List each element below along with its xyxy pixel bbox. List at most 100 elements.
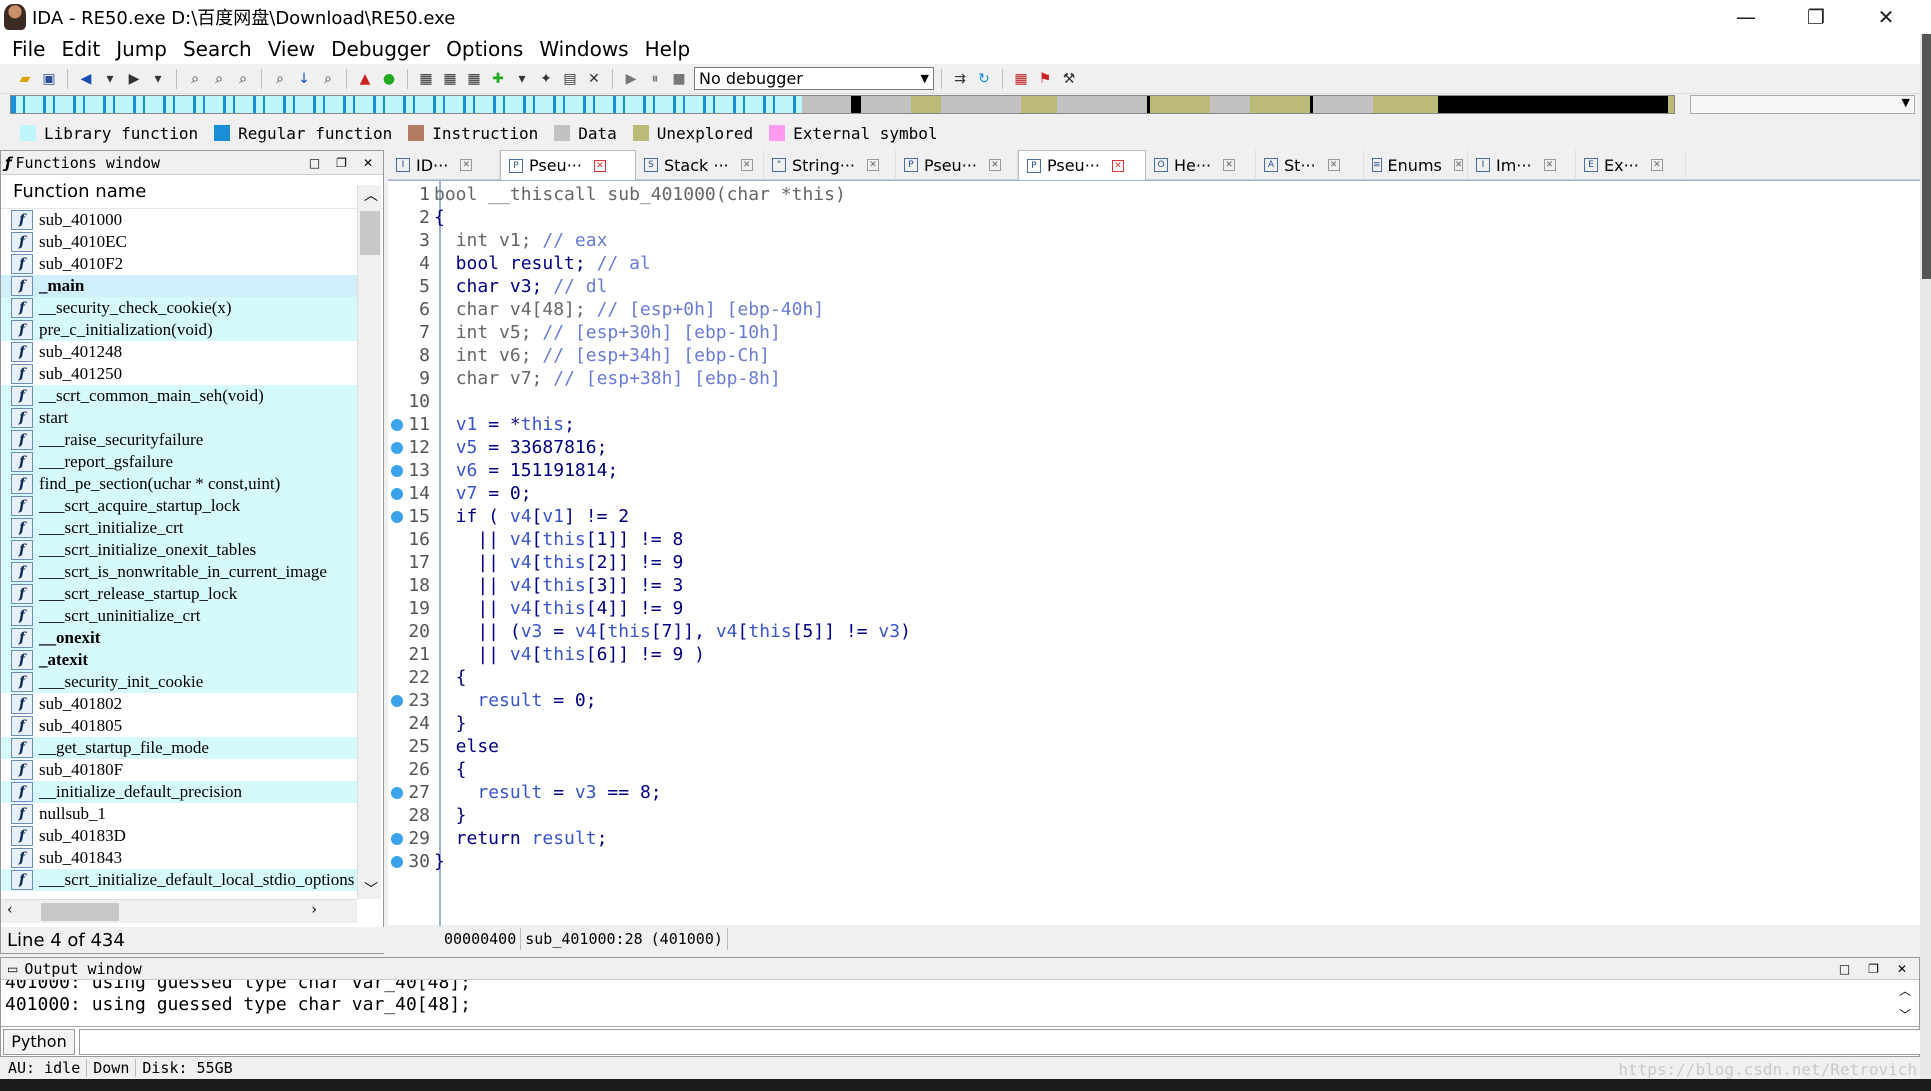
flow-icon[interactable]: ▤ <box>559 68 581 90</box>
breakpoint-icon[interactable]: ⚑ <box>1034 68 1056 90</box>
menu-help[interactable]: Help <box>637 37 699 61</box>
function-list-item[interactable]: f ___raise_securityfailure <box>1 429 357 451</box>
dropdown-arrow-icon[interactable]: ▾ <box>147 68 169 90</box>
function-list-item[interactable]: f ___scrt_initialize_default_local_stdio_… <box>1 869 357 891</box>
close-tab-icon[interactable]: ✕ <box>460 159 473 171</box>
function-list-item[interactable]: f _atexit <box>1 649 357 671</box>
function-list-item[interactable]: f ___scrt_release_startup_lock <box>1 583 357 605</box>
search-binary-icon[interactable]: ⌕ <box>232 68 254 90</box>
function-list-item[interactable]: f sub_40180F <box>1 759 357 781</box>
function-list-item[interactable]: f __initialize_default_precision <box>1 781 357 803</box>
scrollbar-thumb[interactable] <box>41 903 119 921</box>
function-list-item[interactable]: f sub_4010F2 <box>1 253 357 275</box>
maximize-pane-icon[interactable]: □ <box>1839 962 1850 976</box>
save-icon[interactable]: ▣ <box>38 68 60 90</box>
debugger-select[interactable]: No debugger ▼ <box>694 67 934 90</box>
function-list-item[interactable]: f sub_401805 <box>1 715 357 737</box>
view-tab[interactable]: O He··· ✕ <box>1146 150 1256 180</box>
function-list-item[interactable]: f _main <box>1 275 357 297</box>
menu-file[interactable]: File <box>4 37 53 61</box>
function-list-item[interactable]: f __security_check_cookie(x) <box>1 297 357 319</box>
pin-icon[interactable]: ✦ <box>535 68 557 90</box>
close-tab-icon[interactable]: ✕ <box>1543 159 1556 171</box>
view-tab[interactable]: P Pseu··· ✕ <box>896 150 1018 180</box>
scroll-up-icon[interactable]: ︿ <box>1899 980 1911 1002</box>
menu-options[interactable]: Options <box>438 37 531 61</box>
close-tab-icon[interactable]: ✕ <box>1111 159 1124 172</box>
back-arrow-icon[interactable]: ◀ <box>75 68 97 90</box>
graph-icon[interactable]: ▦ <box>415 68 437 90</box>
refresh-icon[interactable]: ↻ <box>973 68 995 90</box>
function-list-item[interactable]: f ___security_init_cookie <box>1 671 357 693</box>
function-list-item[interactable]: f find_pe_section(uchar * const,uint) <box>1 473 357 495</box>
function-list-item[interactable]: f nullsub_1 <box>1 803 357 825</box>
maximize-pane-icon[interactable]: □ <box>309 156 320 170</box>
close-tab-icon[interactable]: ✕ <box>740 159 753 171</box>
function-list-item[interactable]: f __onexit <box>1 627 357 649</box>
menu-debugger[interactable]: Debugger <box>323 37 438 61</box>
function-list-item[interactable]: f ___report_gsfailure <box>1 451 357 473</box>
search-next-icon[interactable]: ⌕ <box>269 68 291 90</box>
close-tab-icon[interactable]: ✕ <box>988 159 1001 171</box>
scroll-down-icon[interactable]: ﹀ <box>1899 1004 1911 1026</box>
scroll-down-icon[interactable]: ﹀ <box>364 879 378 899</box>
green-circle-icon[interactable]: ● <box>378 68 400 90</box>
scroll-right-icon[interactable]: › <box>311 902 317 918</box>
close-tab-icon[interactable]: ✕ <box>867 159 880 171</box>
close-tab-icon[interactable]: ✕ <box>1223 159 1236 171</box>
function-list-item[interactable]: f start <box>1 407 357 429</box>
horizontal-scrollbar[interactable]: ‹ › <box>1 899 357 923</box>
function-list-item[interactable]: f sub_401250 <box>1 363 357 385</box>
close-pane-icon[interactable]: ✕ <box>1897 962 1907 976</box>
function-name-column-header[interactable]: Function name <box>1 175 383 209</box>
binoculars-icon[interactable]: ⌕ <box>184 68 206 90</box>
function-list-item[interactable]: f sub_401802 <box>1 693 357 715</box>
function-list-item[interactable]: f sub_401000 <box>1 209 357 231</box>
run-icon[interactable]: ▶ <box>620 68 642 90</box>
navigation-band[interactable] <box>10 95 1675 114</box>
function-list-item[interactable]: f __get_startup_file_mode <box>1 737 357 759</box>
view-tab[interactable]: A St··· ✕ <box>1256 150 1364 180</box>
function-list-item[interactable]: f ___scrt_initialize_onexit_tables <box>1 539 357 561</box>
close-tab-icon[interactable]: ✕ <box>593 159 606 172</box>
debug-step-icon[interactable]: ⇉ <box>949 68 971 90</box>
graph-icon[interactable]: ▦ <box>463 68 485 90</box>
add-icon[interactable]: ✚ <box>487 68 509 90</box>
dropdown-arrow-icon[interactable]: ▾ <box>511 68 533 90</box>
view-tab[interactable]: P Pseu··· ✕ <box>500 150 636 180</box>
search-text-icon[interactable]: ⌕ <box>208 68 230 90</box>
graph-icon[interactable]: ▦ <box>439 68 461 90</box>
close-window-button[interactable]: ✕ <box>1851 0 1921 34</box>
view-tab[interactable]: E Ex··· ✕ <box>1576 150 1686 180</box>
pseudocode-text[interactable]: 1 bool __thiscall sub_401000(char *this) … <box>388 183 1923 873</box>
pause-icon[interactable]: ⏸ <box>644 68 666 90</box>
restore-button[interactable]: ❐ <box>1781 0 1851 34</box>
function-list-item[interactable]: f __scrt_common_main_seh(void) <box>1 385 357 407</box>
page-scrollbar[interactable] <box>1920 34 1931 1079</box>
function-list-item[interactable]: f ___scrt_is_nonwritable_in_current_image <box>1 561 357 583</box>
function-list-item[interactable]: f sub_40183D <box>1 825 357 847</box>
menu-search[interactable]: Search <box>175 37 260 61</box>
scrollbar-thumb[interactable] <box>1922 34 1931 279</box>
navband-dropdown[interactable]: ▼ <box>1690 95 1915 114</box>
function-list[interactable]: f sub_401000 f sub_4010EC f sub_4010F2 f _main f… <box>1 209 357 899</box>
pseudocode-view[interactable]: 1 bool __thiscall sub_401000(char *this) … <box>388 180 1923 926</box>
search-sequence-icon[interactable]: ⌕ <box>317 68 339 90</box>
float-pane-icon[interactable]: ❐ <box>336 156 347 170</box>
view-tab[interactable]: " String··· ✕ <box>764 150 896 180</box>
menu-view[interactable]: View <box>260 37 323 61</box>
function-list-item[interactable]: f ___scrt_initialize_crt <box>1 517 357 539</box>
scroll-left-icon[interactable]: ‹ <box>7 902 13 918</box>
view-tab[interactable]: P Pseu··· ✕ <box>1018 150 1146 180</box>
function-list-item[interactable]: f ___scrt_acquire_startup_lock <box>1 495 357 517</box>
close-tab-icon[interactable]: ✕ <box>1327 159 1340 171</box>
menu-edit[interactable]: Edit <box>53 37 108 61</box>
menu-jump[interactable]: Jump <box>108 37 175 61</box>
view-tab[interactable]: ≡ Enums ✕ <box>1364 150 1468 180</box>
close-tab-icon[interactable]: ✕ <box>1453 159 1464 171</box>
jump-down-icon[interactable]: ↓ <box>293 68 315 90</box>
close-pane-icon[interactable]: ✕ <box>363 156 373 170</box>
output-log[interactable]: 401000: using guessed type char var_40[4… <box>1 980 1919 1026</box>
python-language-button[interactable]: Python <box>3 1028 75 1055</box>
menu-windows[interactable]: Windows <box>531 37 636 61</box>
